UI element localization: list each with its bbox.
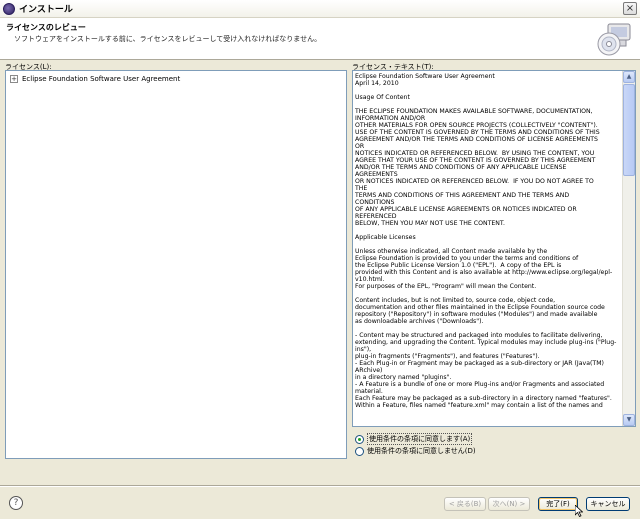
- accept-label: 使用条件の条項に同意します(A): [367, 433, 473, 445]
- install-wizard-icon: [597, 23, 631, 56]
- decline-radio[interactable]: [355, 446, 364, 456]
- license-text-content: Eclipse Foundation Software User Agreeme…: [355, 73, 621, 409]
- license-text-line: OR: [355, 143, 365, 150]
- license-text-line: [355, 227, 621, 234]
- license-text-line: repository ("Repository") in software mo…: [355, 311, 598, 318]
- license-text-line: plug-in fragments ("Fragments"), and fea…: [355, 353, 540, 360]
- accept-radio[interactable]: [355, 434, 364, 444]
- license-text-line: [355, 87, 621, 94]
- footer-separator: [0, 485, 640, 487]
- license-text-line: OR NOTICES INDICATED OR REFERENCED BELOW…: [355, 178, 594, 185]
- license-text-line: OF ANY APPLICABLE LICENSE AGREEMENTS OR …: [355, 206, 577, 213]
- license-text-line: AGREE THAT YOUR USE OF THE CONTENT IS GO…: [355, 157, 596, 164]
- expand-icon[interactable]: +: [10, 74, 18, 83]
- license-text-line: as downloadable archives ("Downloads").: [355, 318, 484, 325]
- license-text-line: Unless otherwise indicated, all Content …: [355, 248, 548, 255]
- scrollbar-thumb[interactable]: [623, 84, 635, 176]
- license-text-line: REFERENCED: [355, 213, 397, 220]
- license-text-line: April 14, 2010: [355, 80, 399, 87]
- title-bar: インストール ×: [0, 0, 640, 18]
- page-description: ソフトウェアをインストールする前に、ライセンスをレビューして受け入れなければなり…: [14, 35, 322, 43]
- license-text-line: [355, 241, 621, 248]
- license-text-line: BELOW, THEN YOU MAY NOT USE THE CONTENT.: [355, 220, 505, 227]
- license-text-line: Content includes, but is not limited to,…: [355, 297, 556, 304]
- license-text-line: OTHER MATERIALS FOR OPEN SOURCE PROJECTS…: [355, 122, 598, 129]
- license-text-area[interactable]: Eclipse Foundation Software User Agreeme…: [352, 70, 636, 427]
- license-text-line: - A Feature is a bundle of one or more P…: [355, 381, 605, 388]
- license-text-line: the Eclipse Public License Version 1.0 (…: [355, 262, 562, 269]
- license-text-line: - Each Plug-in or Fragment may be packag…: [355, 360, 604, 367]
- cancel-button[interactable]: キャンセル: [586, 497, 630, 511]
- finish-button[interactable]: 完了(F): [538, 497, 578, 511]
- decline-option[interactable]: 使用条件の条項に同意しません(D): [355, 446, 476, 456]
- next-button[interactable]: 次へ(N) >: [488, 497, 530, 511]
- license-text-line: in a directory named "plugins".: [355, 374, 452, 381]
- license-text-line: ins"),: [355, 346, 372, 353]
- tree-item-license[interactable]: + Eclipse Foundation Software User Agree…: [6, 73, 346, 84]
- license-text-line: [355, 325, 621, 332]
- license-text-line: Within a Feature, files named "feature.x…: [355, 402, 603, 409]
- license-text-line: extending, and upgrading the Content. Ty…: [355, 339, 617, 346]
- license-text-line: Eclipse Foundation Software User Agreeme…: [355, 73, 495, 80]
- license-text-line: THE ECLIPSE FOUNDATION MAKES AVAILABLE S…: [355, 108, 593, 115]
- decline-label: 使用条件の条項に同意しません(D): [367, 447, 476, 455]
- help-button[interactable]: ?: [9, 496, 23, 510]
- license-text-line: Usage Of Content: [355, 94, 410, 101]
- license-text-line: THE: [355, 185, 368, 192]
- license-text-line: AGREEMENTS: [355, 171, 398, 178]
- license-text-line: AGREEMENT AND/OR THE TERMS AND CONDITION…: [355, 136, 598, 143]
- back-button[interactable]: < 戻る(B): [444, 497, 486, 511]
- license-text-line: ARchive): [355, 367, 383, 374]
- license-text-line: documentation and other files maintained…: [355, 304, 605, 311]
- tree-item-label: Eclipse Foundation Software User Agreeme…: [22, 74, 181, 83]
- scroll-down-icon[interactable]: ▼: [623, 414, 635, 426]
- window-title: インストール: [19, 5, 73, 15]
- scroll-up-icon[interactable]: ▲: [623, 71, 635, 83]
- license-text-line: provided with this Content and is also a…: [355, 269, 613, 276]
- eclipse-icon: [3, 2, 15, 15]
- license-text-line: For purposes of the EPL, "Program" will …: [355, 283, 537, 290]
- install-dialog: インストール × ライセンスのレビュー ソフトウェアをインストールする前に、ライ…: [0, 0, 640, 519]
- license-text-line: NOTICES INDICATED OR REFERENCED BELOW. B…: [355, 150, 595, 157]
- license-text-line: Each Feature may be packaged as a sub-di…: [355, 395, 612, 402]
- license-text-line: Eclipse Foundation is provided to you un…: [355, 255, 579, 262]
- license-text-line: USE OF THE CONTENT IS GOVERNED BY THE TE…: [355, 129, 600, 136]
- license-text-line: INFORMATION AND/OR: [355, 115, 426, 122]
- license-text-line: Applicable Licenses: [355, 234, 416, 241]
- license-text-line: v10.html.: [355, 276, 385, 283]
- license-text-line: [355, 101, 621, 108]
- license-text-line: - Content may be structured and packaged…: [355, 332, 603, 339]
- license-text-line: AND/OR THE TERMS AND CONDITIONS OF ANY A…: [355, 164, 567, 171]
- vertical-scrollbar[interactable]: ▲ ▼: [622, 71, 635, 426]
- licenses-tree[interactable]: + Eclipse Foundation Software User Agree…: [5, 70, 347, 459]
- header-banner: ライセンスのレビュー ソフトウェアをインストールする前に、ライセンスをレビューし…: [0, 18, 640, 60]
- license-text-line: material.: [355, 388, 383, 395]
- accept-option[interactable]: 使用条件の条項に同意します(A): [355, 433, 473, 445]
- page-title: ライセンスのレビュー: [6, 23, 86, 32]
- close-button[interactable]: ×: [623, 2, 637, 15]
- mouse-cursor-icon: [575, 505, 583, 517]
- license-text-line: TERMS AND CONDITIONS OF THIS AGREEMENT A…: [355, 192, 570, 199]
- license-text-line: [355, 290, 621, 297]
- license-text-line: CONDITIONS: [355, 199, 395, 206]
